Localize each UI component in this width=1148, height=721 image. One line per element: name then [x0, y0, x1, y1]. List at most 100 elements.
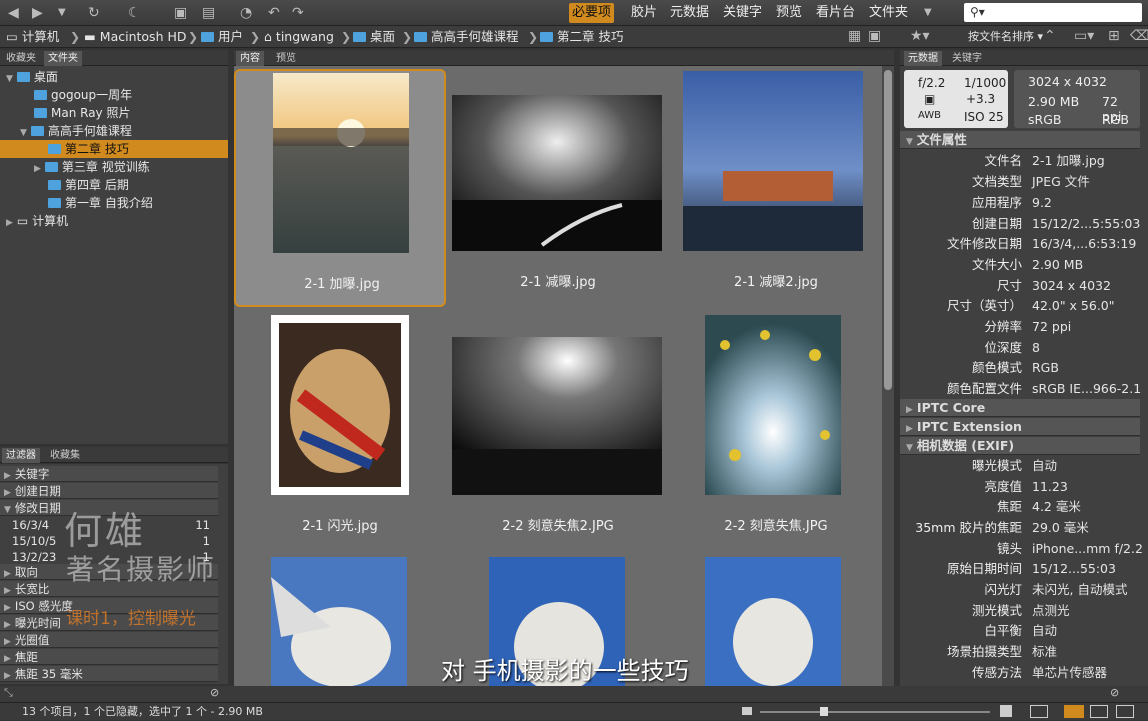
resize-grip-icon[interactable]: ⤡: [4, 686, 13, 700]
crumb-users[interactable]: 用户: [201, 28, 243, 46]
metadata-row: 闪光灯 未闪光, 自动模式: [984, 582, 1128, 597]
search-input[interactable]: ⚲▾: [964, 3, 1142, 22]
metadata-panel: f/2.2 1/1000 ▣ +3.3 AWB ISO 25 3024 x 40…: [900, 66, 1148, 686]
view-grid-icon[interactable]: [1030, 705, 1048, 718]
content-grid: 2-1 加曝.jpg 2-1 减曝.jpg 2-1 减曝2.jpg 2-1 闪光…: [234, 66, 882, 686]
section-file-properties[interactable]: ▼ 文件属性: [900, 131, 1140, 149]
crumb-chapter[interactable]: 第二章 技巧: [540, 28, 623, 46]
back-icon[interactable]: ◀: [8, 3, 19, 23]
tree-item-gogoup[interactable]: gogoup一周年: [34, 86, 132, 104]
metadata-row: 镜头 iPhone...mm f/2.2: [996, 541, 1143, 556]
view-details-icon[interactable]: [1090, 705, 1108, 718]
filter-focal[interactable]: ▶ 焦距: [0, 649, 218, 665]
refine-icon[interactable]: ☾: [128, 3, 141, 23]
no-filter-icon[interactable]: ⊘: [210, 686, 219, 699]
delete-icon[interactable]: ⌫: [1130, 26, 1148, 46]
workspace-light-table[interactable]: 看片台: [813, 3, 858, 23]
redo-icon[interactable]: ↷: [292, 3, 304, 23]
section-iptc-core[interactable]: ▶ IPTC Core: [900, 399, 1140, 417]
metadata-row: 位深度 8: [984, 340, 1040, 355]
metadata-row: 场景拍摄类型 标准: [946, 644, 1058, 659]
filter-aperture[interactable]: ▶ 光圈值: [0, 632, 218, 648]
tab-filter[interactable]: 过滤器: [2, 448, 40, 463]
thumbnail-cell[interactable]: 2-1 加曝.jpg: [234, 69, 446, 307]
filter-keywords[interactable]: ▶ 关键字: [0, 466, 218, 482]
sort-direction-icon[interactable]: ⌃: [1044, 26, 1056, 46]
tree-item-chapter4[interactable]: 第四章 后期: [48, 176, 129, 194]
tab-metadata[interactable]: 元数据: [904, 51, 942, 66]
sort-dropdown[interactable]: 按文件名排序 ▾: [968, 28, 1043, 46]
metadata-row: 文件名 2-1 加曝.jpg: [984, 153, 1105, 168]
metadata-row: 文件大小 2.90 MB: [971, 257, 1084, 272]
metadata-row: 焦距 4.2 毫米: [996, 499, 1081, 514]
slider-handle[interactable]: [820, 707, 828, 716]
tab-favorites[interactable]: 收藏夹: [2, 51, 40, 66]
thumbnail-cell[interactable]: 2-1 减曝.jpg: [452, 69, 664, 307]
tree-item-chapter2[interactable]: 第二章 技巧: [0, 140, 228, 158]
filter-created[interactable]: ▶ 创建日期: [0, 483, 218, 499]
video-subtitle: 对 手机摄影的一些技巧: [441, 657, 689, 685]
scrollbar-thumb[interactable]: [884, 70, 892, 390]
workspace-essentials[interactable]: 必要项: [569, 3, 615, 23]
new-folder-icon[interactable]: ⊞: [1108, 26, 1120, 46]
tab-folders[interactable]: 文件夹: [44, 51, 82, 66]
workspace-folders[interactable]: 文件夹: [866, 3, 911, 23]
thumb-large-icon[interactable]: [1000, 705, 1012, 717]
crumb-home[interactable]: ⌂ tingwang: [264, 28, 334, 46]
tree-item-chapter1[interactable]: 第一章 自我介绍: [48, 194, 153, 212]
content-scrollbar[interactable]: [882, 66, 894, 686]
view-thumbnails-icon[interactable]: [1064, 705, 1084, 718]
no-metadata-icon[interactable]: ⊘: [1110, 686, 1119, 699]
workspace-filmstrip[interactable]: 胶片: [628, 3, 660, 23]
tab-content[interactable]: 内容: [236, 51, 264, 66]
tree-item-course[interactable]: ▼ 高高手何雄课程: [20, 122, 132, 140]
view-list-icon[interactable]: [1116, 705, 1134, 718]
rotate-icon[interactable]: ↻: [88, 3, 100, 23]
thumbnail-cell[interactable]: [234, 557, 446, 686]
watermark-title: 著名摄影师: [66, 553, 217, 586]
forward-icon[interactable]: ▶: [32, 3, 43, 23]
metadata-row: 亮度值 11.23: [984, 479, 1068, 494]
metadata-row: 文件修改日期 16/3/4,...6:53:19: [946, 236, 1137, 251]
filter-panel-tabs: 过滤器 收藏集: [0, 447, 228, 463]
thumbnail-cell[interactable]: 2-1 减曝2.jpg: [670, 69, 882, 307]
workspace-metadata[interactable]: 元数据: [667, 3, 712, 23]
tree-item-computer[interactable]: ▶ ▭ 计算机: [6, 212, 68, 230]
thumbnail-cell[interactable]: 2-2 刻意失焦.JPG: [670, 313, 882, 551]
crumb-computer[interactable]: ▭ 计算机: [6, 28, 59, 46]
thumbnail-cell[interactable]: 2-2 刻意失焦2.JPG: [452, 313, 664, 551]
thumbnail-cell[interactable]: [670, 557, 882, 686]
filter-icon[interactable]: ▦: [848, 26, 861, 46]
workspace-keywords[interactable]: 关键字: [720, 3, 765, 23]
filter-focal35[interactable]: ▶ 焦距 35 毫米: [0, 666, 218, 682]
crumb-disk[interactable]: ▬ Macintosh HD: [84, 28, 187, 46]
metadata-row: 颜色模式 RGB: [971, 360, 1059, 375]
workspace-more-icon[interactable]: ▼: [924, 3, 932, 23]
section-exif[interactable]: ▼ 相机数据 (EXIF): [900, 437, 1140, 455]
tree-item-manray[interactable]: Man Ray 照片: [34, 104, 130, 122]
tab-keywords[interactable]: 关键字: [948, 51, 986, 66]
computer-icon: ▭: [16, 214, 33, 228]
output-icon[interactable]: ▤: [202, 3, 215, 23]
thumbnail-cell[interactable]: 2-1 闪光.jpg: [234, 313, 446, 551]
crumb-desktop[interactable]: 桌面: [353, 28, 395, 46]
status-text: 13 个项目，1 个已隐藏，选中了 1 个 - 2.90 MB: [22, 705, 263, 718]
thumbnail-image: [683, 71, 863, 251]
tree-item-desktop[interactable]: ▼ 桌面: [6, 68, 58, 86]
camera-summary: f/2.2 1/1000 ▣ +3.3 AWB ISO 25: [904, 70, 1008, 128]
camera-import-icon[interactable]: ▣: [174, 3, 187, 23]
tab-collections[interactable]: 收藏集: [46, 448, 84, 463]
open-folder-icon[interactable]: ▭▾: [1074, 26, 1094, 46]
tab-preview[interactable]: 预览: [272, 51, 300, 66]
star-icon[interactable]: ★▾: [910, 26, 930, 46]
section-iptc-extension[interactable]: ▶ IPTC Extension: [900, 418, 1140, 436]
open-recent-icon[interactable]: ◔: [240, 3, 252, 23]
history-dropdown-icon[interactable]: ▼: [58, 3, 66, 23]
thumbnail-size-slider[interactable]: [760, 711, 990, 713]
crumb-course[interactable]: 高高手何雄课程: [414, 28, 519, 46]
quality-icon[interactable]: ▣: [868, 26, 881, 46]
thumb-small-icon[interactable]: [742, 707, 752, 715]
tree-item-chapter3[interactable]: ▶ 第三章 视觉训练: [34, 158, 150, 176]
undo-icon[interactable]: ↶: [268, 3, 280, 23]
workspace-preview[interactable]: 预览: [773, 3, 805, 23]
